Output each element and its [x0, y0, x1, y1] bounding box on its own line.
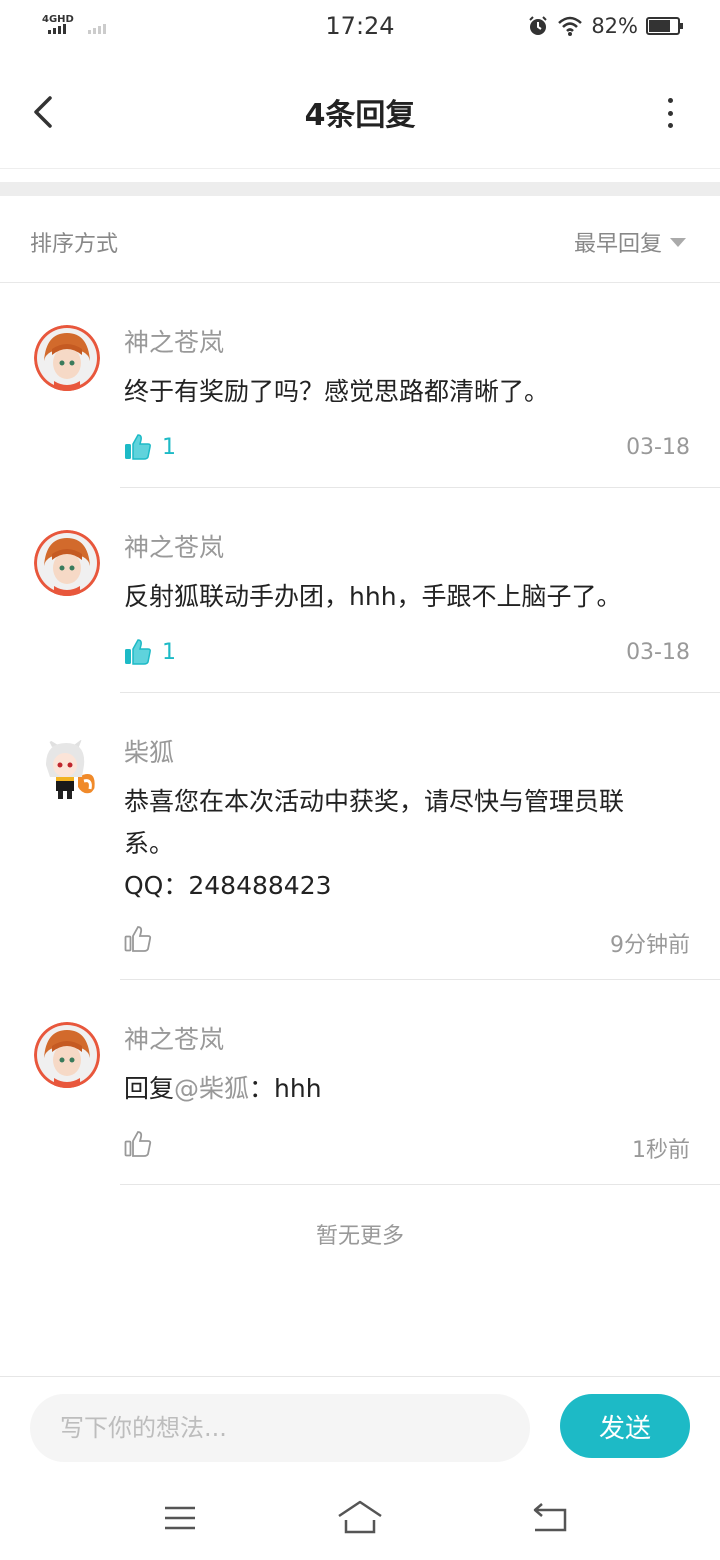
thumbs-up-outline-icon [124, 926, 152, 952]
comment-text: 恭喜您在本次活动中获奖，请尽快与管理员联 系。 QQ：248488423 [124, 781, 690, 907]
comment-time: 03-18 [626, 435, 690, 460]
like-count: 1 [162, 434, 176, 460]
comment-text: 回复@柴狐：hhh [124, 1068, 690, 1110]
thumbs-up-filled-icon [125, 434, 151, 460]
divider [120, 1184, 720, 1185]
page-title: 4条回复 [304, 98, 416, 133]
comment-username[interactable]: 神之苍岚 [124, 327, 690, 359]
caret-down-icon [670, 237, 686, 247]
avatar[interactable] [34, 325, 100, 391]
reply-prefix: 回复 [124, 1074, 175, 1103]
sort-bar: 排序方式 最早回复 [0, 196, 720, 283]
comment-item: 柴狐 恭喜您在本次活动中获奖，请尽快与管理员联 系。 QQ：248488423 … [0, 693, 720, 980]
comment-item: 神之苍岚 回复@柴狐：hhh 1秒前 [0, 980, 720, 1185]
comment-time: 1秒前 [632, 1138, 690, 1163]
like-button[interactable] [124, 925, 162, 953]
back-icon[interactable] [530, 1498, 570, 1538]
avatar[interactable] [34, 530, 100, 596]
comment-username[interactable]: 柴狐 [124, 737, 690, 769]
sort-dropdown[interactable]: 最早回复 [574, 226, 686, 258]
thumbs-up-filled-icon [125, 639, 151, 665]
mention-link[interactable]: @柴狐 [174, 1074, 249, 1103]
battery-percent: 82% [591, 14, 638, 38]
wifi-icon [558, 16, 583, 36]
battery-fill [649, 20, 671, 32]
comment-text-line: QQ：248488423 [124, 871, 332, 900]
comment-time: 03-18 [626, 640, 690, 665]
like-button[interactable] [124, 1130, 162, 1158]
sort-label: 排序方式 [30, 232, 119, 257]
sort-value: 最早回复 [573, 232, 662, 257]
reply-text: ：hhh [249, 1074, 322, 1103]
more-options-icon[interactable] [660, 98, 680, 128]
comment-item: 神之苍岚 反射狐联动手办团，hhh，手跟不上脑子了。 1 03-18 [0, 488, 720, 693]
comment-text: 终于有奖励了吗？感觉思路都清晰了。 [124, 377, 550, 406]
section-divider [0, 182, 720, 196]
menu-icon[interactable] [160, 1498, 200, 1538]
alarm-icon [529, 16, 548, 35]
avatar[interactable] [34, 737, 100, 803]
comment-text: 反射狐联动手办团，hhh，手跟不上脑子了。 [124, 582, 622, 611]
like-count: 1 [162, 639, 176, 665]
comment-text-line: 恭喜您在本次活动中获奖，请尽快与管理员联 [124, 787, 625, 816]
status-bar: 4GHD 17:24 82% [0, 0, 720, 56]
comment-composer: 发送 [0, 1376, 720, 1480]
no-more-label: 暂无更多 [315, 1224, 404, 1249]
comment-input[interactable] [30, 1394, 530, 1462]
comment-text-line: 系。 [124, 829, 175, 858]
send-button[interactable]: 发送 [560, 1394, 690, 1458]
top-app-bar: 4条回复 [0, 56, 720, 169]
comment-username[interactable]: 神之苍岚 [124, 532, 690, 564]
comment-item: 神之苍岚 终于有奖励了吗？感觉思路都清晰了。 1 03-18 [0, 283, 720, 488]
home-icon[interactable] [336, 1498, 384, 1538]
thumbs-up-outline-icon [124, 1131, 152, 1157]
battery-icon [646, 17, 683, 35]
avatar[interactable] [34, 1022, 100, 1088]
like-button[interactable]: 1 [124, 638, 176, 666]
system-nav-bar [0, 1478, 720, 1560]
comment-username[interactable]: 神之苍岚 [124, 1024, 690, 1056]
like-button[interactable]: 1 [124, 433, 176, 461]
comment-time: 9分钟前 [610, 933, 690, 958]
